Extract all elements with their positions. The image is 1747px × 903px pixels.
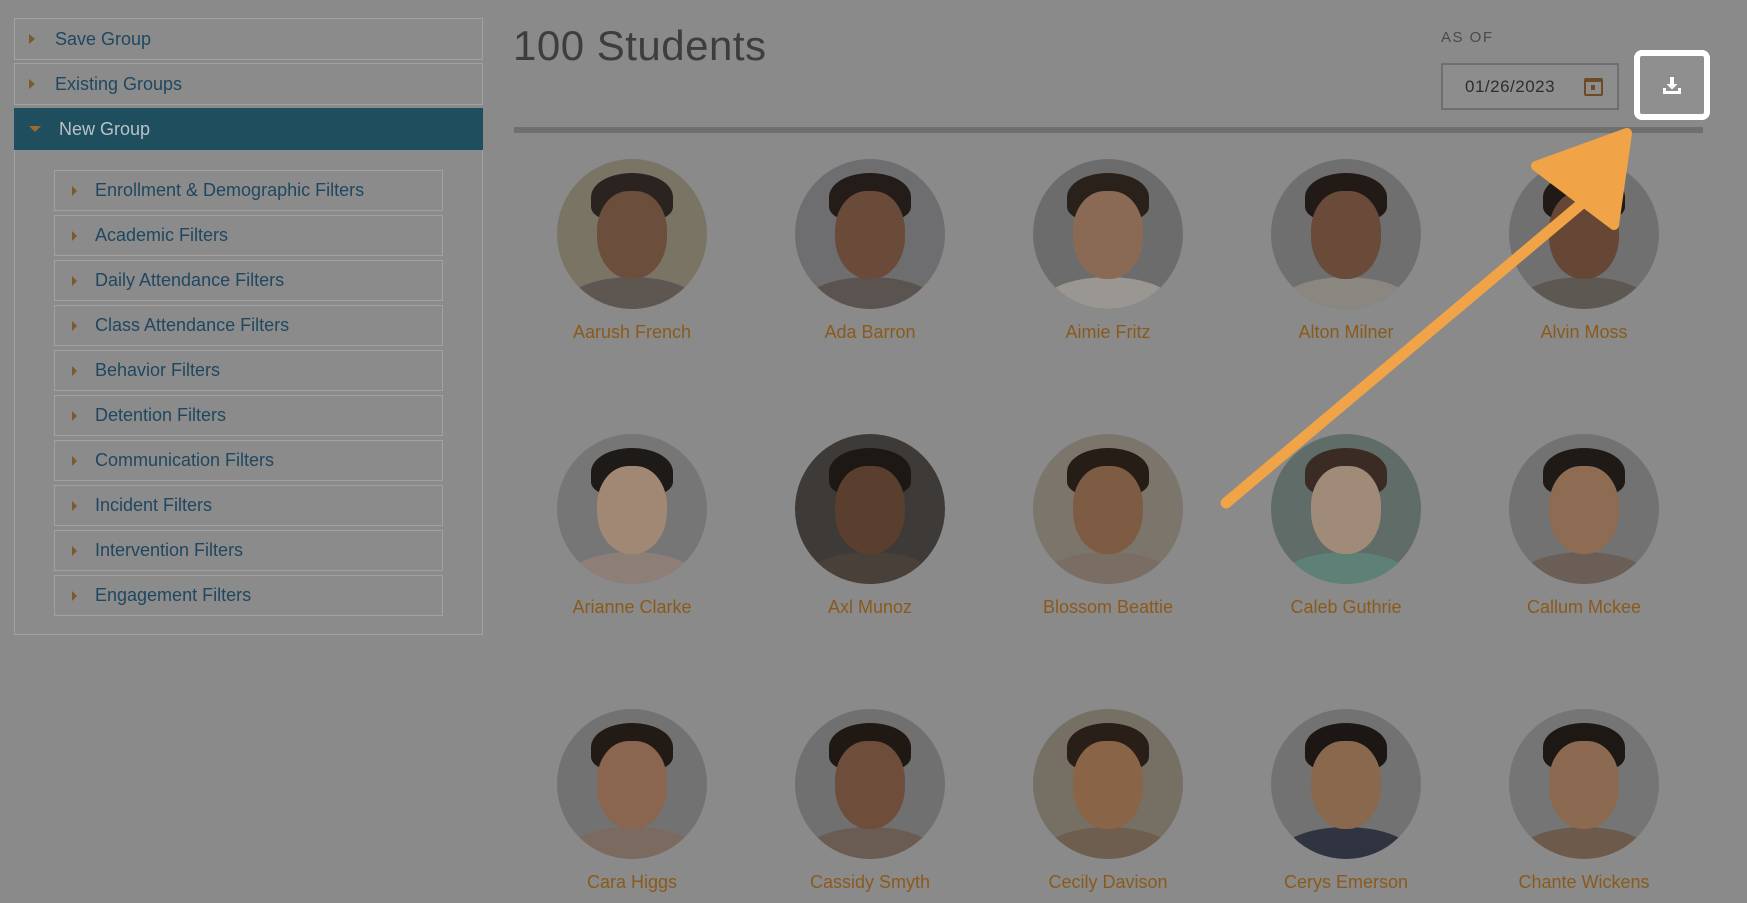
student-card[interactable]: Cara Higgs	[513, 709, 751, 893]
as-of-label: AS OF	[1441, 29, 1494, 46]
filter-incident[interactable]: Incident Filters	[54, 485, 443, 526]
filter-engagement[interactable]: Engagement Filters	[54, 575, 443, 616]
student-name: Alvin Moss	[1540, 322, 1628, 342]
student-name: Blossom Beattie	[1042, 597, 1174, 617]
caret-right-icon	[72, 275, 77, 286]
filter-communication[interactable]: Communication Filters	[54, 440, 443, 481]
caret-right-icon	[72, 230, 77, 241]
student-name: Caleb Guthrie	[1290, 597, 1402, 617]
student-card[interactable]: Caleb Guthrie	[1227, 434, 1465, 618]
caret-right-icon	[29, 34, 35, 44]
student-card[interactable]: Cecily Davison	[989, 709, 1227, 893]
student-photo	[1271, 709, 1421, 859]
student-card[interactable]: Alton Milner	[1227, 159, 1465, 343]
header-divider	[514, 127, 1703, 133]
student-card[interactable]: Ada Barron	[751, 159, 989, 343]
filter-class-attendance[interactable]: Class Attendance Filters	[54, 305, 443, 346]
filter-academic[interactable]: Academic Filters	[54, 215, 443, 256]
student-name: Cerys Emerson	[1283, 872, 1409, 892]
caret-right-icon	[72, 590, 77, 601]
student-card[interactable]: Axl Munoz	[751, 434, 989, 618]
filter-label: Detention Filters	[95, 405, 227, 425]
student-name: Chante Wickens	[1518, 872, 1650, 892]
filter-label: Intervention Filters	[95, 540, 244, 560]
filter-enrollment-demographic[interactable]: Enrollment & Demographic Filters	[54, 170, 443, 211]
new-group-filter-panel: Enrollment & Demographic Filters Academi…	[14, 150, 483, 635]
student-name: Cara Higgs	[586, 872, 678, 892]
student-photo	[795, 159, 945, 309]
filter-label: Class Attendance Filters	[95, 315, 290, 335]
accordion-label: Save Group	[55, 28, 152, 49]
student-card[interactable]: Alvin Moss	[1465, 159, 1703, 343]
accordion-label: Existing Groups	[55, 73, 183, 94]
student-card[interactable]: Arianne Clarke	[513, 434, 751, 618]
caret-down-icon	[29, 126, 41, 132]
student-photo	[1271, 159, 1421, 309]
caret-right-icon	[29, 79, 35, 89]
caret-right-icon	[72, 545, 77, 556]
student-name: Aimie Fritz	[1065, 322, 1151, 342]
filter-behavior[interactable]: Behavior Filters	[54, 350, 443, 391]
filter-daily-attendance[interactable]: Daily Attendance Filters	[54, 260, 443, 301]
student-name: Callum Mckee	[1526, 597, 1642, 617]
filter-label: Daily Attendance Filters	[95, 270, 285, 290]
student-name: Axl Munoz	[827, 597, 913, 617]
student-card[interactable]: Chante Wickens	[1465, 709, 1703, 893]
page-title: 100 Students	[513, 22, 767, 69]
student-name: Cassidy Smyth	[809, 872, 931, 892]
filter-label: Enrollment & Demographic Filters	[95, 180, 365, 200]
accordion-save-group[interactable]: Save Group	[14, 18, 483, 60]
download-icon	[1663, 77, 1681, 94]
accordion-existing-groups[interactable]: Existing Groups	[14, 63, 483, 105]
student-name: Cecily Davison	[1048, 872, 1168, 892]
filter-label: Behavior Filters	[95, 360, 221, 380]
student-card[interactable]: Aimie Fritz	[989, 159, 1227, 343]
student-card[interactable]: Callum Mckee	[1465, 434, 1703, 618]
caret-right-icon	[72, 410, 77, 421]
sidebar: Save Group Existing Groups New Group Enr…	[14, 18, 483, 635]
caret-right-icon	[72, 185, 77, 196]
student-name: Aarush French	[572, 322, 692, 342]
filter-label: Engagement Filters	[95, 585, 252, 605]
student-name: Arianne Clarke	[572, 597, 692, 617]
student-card[interactable]: Blossom Beattie	[989, 434, 1227, 618]
student-name: Alton Milner	[1298, 322, 1394, 342]
student-photo	[557, 434, 707, 584]
student-card[interactable]: Cassidy Smyth	[751, 709, 989, 893]
as-of-date-input[interactable]: 01/26/2023	[1441, 63, 1619, 110]
filter-label: Communication Filters	[95, 450, 275, 470]
student-photo	[1509, 434, 1659, 584]
student-photo	[1509, 709, 1659, 859]
student-photo	[795, 709, 945, 859]
student-photo	[1271, 434, 1421, 584]
student-photo	[1033, 159, 1183, 309]
date-value: 01/26/2023	[1465, 76, 1556, 96]
student-photo	[557, 159, 707, 309]
accordion-new-group[interactable]: New Group	[14, 108, 483, 150]
student-photo	[1033, 709, 1183, 859]
filter-label: Incident Filters	[95, 495, 213, 515]
student-name: Ada Barron	[824, 322, 916, 342]
caret-right-icon	[72, 320, 77, 331]
student-card[interactable]: Cerys Emerson	[1227, 709, 1465, 893]
student-photo	[795, 434, 945, 584]
download-button[interactable]	[1634, 50, 1710, 120]
calendar-icon[interactable]	[1584, 78, 1603, 96]
caret-right-icon	[72, 500, 77, 511]
student-photo	[1033, 434, 1183, 584]
student-card[interactable]: Aarush French	[513, 159, 751, 343]
filter-label: Academic Filters	[95, 225, 229, 245]
caret-right-icon	[72, 365, 77, 376]
accordion-label: New Group	[59, 118, 151, 139]
student-photo	[1509, 159, 1659, 309]
filter-detention[interactable]: Detention Filters	[54, 395, 443, 436]
caret-right-icon	[72, 455, 77, 466]
student-photo	[557, 709, 707, 859]
filter-intervention[interactable]: Intervention Filters	[54, 530, 443, 571]
